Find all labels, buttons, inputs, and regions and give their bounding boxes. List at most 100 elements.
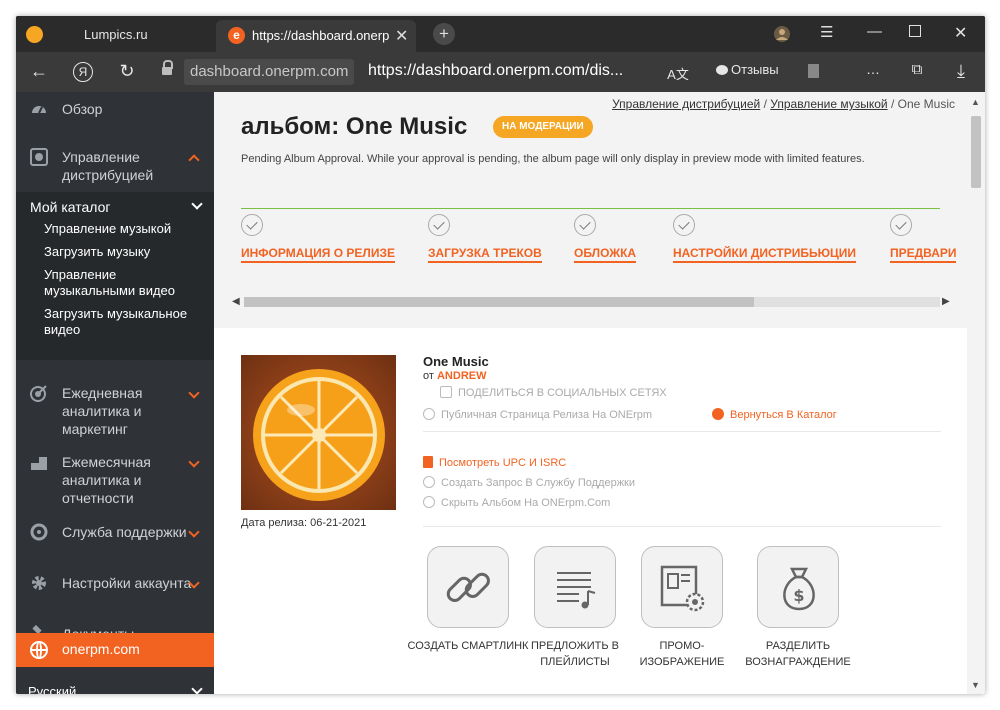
tab-bar: Lumpics.ru e https://dashboard.onerpm.co… [16, 16, 985, 52]
bookmark-icon[interactable] [808, 64, 819, 78]
scroll-right-icon[interactable]: ▶ [942, 296, 950, 307]
profile-avatar-icon[interactable] [773, 25, 791, 43]
tab-lumpics[interactable]: Lumpics.ru [16, 16, 216, 52]
action-label: Посмотреть UPC И ISRC [439, 457, 567, 469]
breadcrumb-link-distribution[interactable]: Управление дистрибуцией [612, 97, 760, 111]
hide-album-link[interactable]: Скрыть Альбом На ONErpm.Com [423, 496, 610, 509]
reviews-label: Отзывы [731, 62, 779, 77]
sidebar-item-label: onerpm.com [62, 641, 140, 657]
language-selector[interactable]: Русский [28, 684, 76, 694]
public-page-link[interactable]: Публичная Страница Релиза На ONErpm [423, 408, 652, 421]
more-icon[interactable]: … [862, 61, 884, 77]
action-label: Публичная Страница Релиза На ONErpm [441, 409, 653, 421]
check-circle-icon [890, 214, 912, 236]
horizontal-scrollbar[interactable]: ◀ ▶ [230, 293, 954, 309]
scroll-left-icon[interactable]: ◀ [232, 296, 240, 307]
barcode-icon [423, 456, 433, 468]
release-date: Дата релиза: 06-21-2021 [241, 517, 367, 529]
link-icon [446, 572, 490, 602]
download-icon[interactable]: ⤓ [950, 61, 972, 82]
globe-icon [30, 641, 48, 659]
action-label: ПОДЕЛИТЬСЯ В СОЦИАЛЬНЫХ СЕТЯХ [458, 387, 667, 399]
reload-icon[interactable]: ↻ [116, 61, 138, 82]
scroll-down-icon[interactable]: ▼ [971, 680, 980, 690]
artist-link[interactable]: ANDREW [437, 370, 487, 382]
sidebar-item-label: Ежедневная аналитика и маркетинг [62, 385, 143, 437]
tool-label: ПРОМО-ИЗОБРАЖЕНИЕ [639, 640, 725, 668]
tab-onerpm[interactable]: e https://dashboard.onerpm.com ✕ [216, 20, 416, 52]
disc-icon [30, 148, 48, 166]
url-path: https://dashboard.onerpm.com/dis... [368, 62, 624, 79]
breadcrumb-link-music[interactable]: Управление музыкой [770, 97, 887, 111]
url-field[interactable]: dashboard.onerpm.com https://dashboard.o… [154, 58, 694, 86]
tool-label: ПРЕДЛОЖИТЬ В ПЛЕЙЛИСТЫ [531, 640, 619, 668]
tool-tile[interactable] [641, 546, 723, 628]
step-preview[interactable]: ПРЕДВАРИ [890, 214, 956, 274]
submenu-item-manage-music[interactable]: Управление музыкой [44, 221, 204, 237]
sidebar-item-onerpm[interactable]: onerpm.com [16, 633, 214, 667]
coins-icon [31, 457, 47, 470]
tool-tile[interactable] [534, 546, 616, 628]
close-tab-icon[interactable]: ✕ [395, 26, 408, 46]
share-social-link[interactable]: ПОДЕЛИТЬСЯ В СОЦИАЛЬНЫХ СЕТЯХ [440, 386, 667, 399]
maximize-icon[interactable] [909, 25, 921, 37]
speedometer-icon [32, 106, 46, 114]
tool-tile[interactable]: $ [757, 546, 839, 628]
browser-window: Lumpics.ru e https://dashboard.onerpm.co… [16, 16, 985, 694]
url-host: dashboard.onerpm.com [184, 59, 355, 85]
action-label: Вернуться В Каталог [730, 409, 837, 421]
support-request-link[interactable]: Создать Запрос В Службу Поддержки [423, 476, 635, 489]
scroll-up-icon[interactable]: ▲ [971, 97, 980, 107]
tool-label: СОЗДАТЬ СМАРТЛИНК [407, 640, 529, 652]
pending-notice: Pending Album Approval. While your appro… [241, 153, 865, 165]
step-label: ПРЕДВАРИ [890, 246, 956, 263]
submenu-item-manage-videos[interactable]: Управление музыкальными видео [44, 267, 204, 299]
breadcrumb-separator: / [890, 97, 895, 111]
back-to-catalog-link[interactable]: Вернуться В Каталог [712, 408, 837, 421]
page-title: альбом: One Music [241, 113, 468, 140]
translate-icon[interactable]: A文 [667, 64, 689, 83]
playlist-icon [557, 572, 596, 609]
chevron-down-icon [191, 683, 203, 694]
sidebar-item-label: Служба поддержки [62, 524, 187, 540]
check-circle-icon [574, 214, 596, 236]
tool-tile[interactable] [427, 546, 509, 628]
image-settings-icon [660, 565, 705, 612]
divider [423, 526, 941, 527]
sidebar-item-label: Управление дистрибуцией [62, 149, 154, 183]
submenu-item-upload-video[interactable]: Загрузить музыкальное видео [44, 306, 204, 338]
view-upc-isrc-link[interactable]: Посмотреть UPC И ISRC [423, 456, 566, 469]
catalog-title[interactable]: Мой каталог [30, 199, 111, 215]
check-circle-icon [241, 214, 263, 236]
vertical-scrollbar[interactable]: ▲ ▼ [967, 92, 985, 694]
tab-title: https://dashboard.onerpm.com [252, 28, 390, 43]
collections-icon[interactable]: ⧉ [906, 61, 928, 78]
scroll-thumb[interactable] [971, 116, 981, 188]
scroll-thumb[interactable] [244, 297, 754, 307]
hide-icon [423, 496, 435, 508]
action-label: Создать Запрос В Службу Поддержки [441, 477, 636, 489]
chat-bubble-icon [716, 65, 728, 75]
step-label: ИНФОРМАЦИЯ О РЕЛИЗЕ [241, 246, 395, 263]
submenu-item-upload-music[interactable]: Загрузить музыку [44, 244, 204, 260]
catalog-submenu: Мой каталог Управление музыкой Загрузить… [16, 192, 214, 360]
menu-icon[interactable]: ☰ [820, 23, 833, 41]
lock-icon [162, 60, 173, 77]
reviews-button[interactable]: Отзывы [716, 59, 779, 83]
by-prefix: от [423, 370, 434, 382]
action-label: Скрыть Альбом На ONErpm.Com [441, 497, 611, 509]
close-window-icon[interactable]: ✕ [954, 23, 967, 43]
target-icon [30, 385, 47, 402]
check-circle-icon [428, 214, 450, 236]
minimize-icon[interactable]: — [867, 23, 882, 40]
sidebar: Обзор Управление дистрибуцией Мой катало… [16, 92, 214, 694]
back-icon[interactable]: ← [28, 61, 50, 82]
step-label: НАСТРОЙКИ ДИСТРИБЬЮЦИИ [673, 246, 856, 263]
tool-label: РАЗДЕЛИТЬ ВОЗНАГРАЖДЕНИЕ [745, 640, 851, 668]
orange-slice-image [253, 369, 385, 501]
album-card: Дата релиза: 06-21-2021 One Music от AND… [214, 328, 967, 694]
new-tab-button[interactable]: + [433, 23, 455, 45]
check-circle-icon [673, 214, 695, 236]
chevron-down-icon [191, 198, 203, 210]
yandex-icon[interactable]: Я [73, 62, 93, 82]
